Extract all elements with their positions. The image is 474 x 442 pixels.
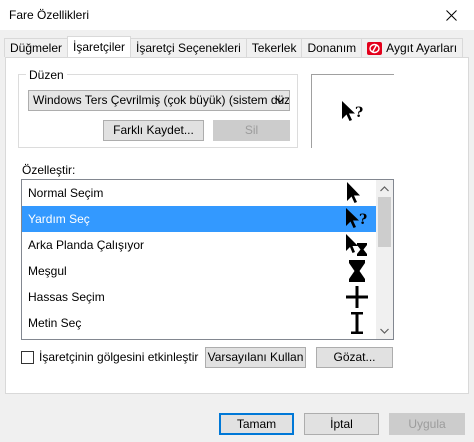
list-item-label: Yardım Seç [28, 212, 90, 226]
tab-device-settings[interactable]: Aygıt Ayarları [361, 38, 464, 57]
tab-label: Donanım [307, 40, 357, 55]
tab-hardware[interactable]: Donanım [301, 38, 363, 57]
chevron-up-icon [380, 185, 389, 191]
tab-label: Düğmeler [10, 40, 63, 55]
tab-wheel[interactable]: Tekerlek [245, 38, 303, 57]
busy-hourglass-cursor-icon [349, 260, 365, 282]
list-item[interactable]: Hassas Seçim [22, 284, 377, 310]
list-item[interactable]: Normal Seçim [22, 180, 377, 206]
precision-crosshair-cursor-icon [346, 286, 368, 308]
tab-label: İşaretçiler [73, 39, 126, 54]
tab-pointers[interactable]: İşaretçiler [67, 36, 132, 57]
list-item[interactable]: Yardım Seç ? [22, 206, 377, 232]
help-select-cursor-icon: ? [342, 101, 363, 121]
vertical-scrollbar[interactable] [376, 180, 393, 339]
tab-label: Aygıt Ayarları [386, 40, 458, 55]
tab-label: Tekerlek [251, 40, 297, 55]
svg-text:?: ? [359, 212, 367, 228]
list-item-label: Meşgul [28, 264, 67, 278]
scroll-down-button[interactable] [376, 322, 393, 339]
chevron-down-icon [275, 97, 285, 103]
text-ibeam-cursor-icon [351, 312, 363, 334]
close-button[interactable] [428, 0, 474, 30]
tab-buttons[interactable]: Düğmeler [4, 38, 69, 57]
scheme-dropdown-value: Windows Ters Çevrilmiş (çok büyük) (sist… [33, 93, 290, 107]
tab-pointer-options[interactable]: İşaretçi Seçenekleri [130, 38, 247, 57]
title-bar: Fare Özellikleri [0, 0, 474, 30]
cursor-preview: ? [311, 74, 394, 148]
list-item[interactable]: Meşgul [22, 258, 377, 284]
browse-button[interactable]: Gözat... [316, 347, 393, 368]
arrow-cursor-icon [347, 182, 360, 203]
svg-text:?: ? [355, 105, 363, 121]
hardware-logo-icon [367, 41, 383, 55]
use-default-button[interactable]: Varsayılanı Kullan [205, 347, 306, 368]
delete-scheme-button[interactable]: Sil [213, 120, 290, 141]
enable-shadow-checkbox[interactable]: İşaretçinin gölgesini etkinleştir [21, 350, 198, 364]
chevron-down-icon [380, 328, 389, 334]
save-as-button[interactable]: Farklı Kaydet... [103, 120, 204, 141]
list-item-label: Hassas Seçim [28, 290, 105, 304]
scroll-up-button[interactable] [376, 180, 393, 197]
cancel-button[interactable]: İptal [304, 413, 379, 435]
list-item[interactable]: Arka Planda Çalışıyor [22, 232, 377, 258]
list-item-label: Arka Planda Çalışıyor [28, 238, 145, 252]
list-item-label: Metin Seç [28, 316, 82, 330]
list-item-label: Normal Seçim [28, 186, 104, 200]
ok-button[interactable]: Tamam [219, 413, 294, 435]
help-select-cursor-icon: ? [346, 208, 367, 228]
scheme-group-label: Düzen [26, 68, 67, 82]
cursor-list[interactable]: Normal Seçim Yardım Seç ? Arka Planda Ça… [21, 179, 394, 340]
tab-strip: Düğmeler İşaretçiler İşaretçi Seçenekler… [4, 36, 464, 57]
checkbox-box[interactable] [21, 350, 34, 364]
apply-button[interactable]: Uygula [389, 413, 465, 435]
close-icon [445, 9, 457, 21]
scrollbar-thumb[interactable] [378, 197, 391, 247]
working-in-background-cursor-icon [346, 234, 367, 256]
tab-label: İşaretçi Seçenekleri [136, 40, 241, 55]
customize-label: Özelleştir: [22, 163, 76, 177]
list-item[interactable]: Metin Seç [22, 310, 377, 336]
enable-shadow-label: İşaretçinin gölgesini etkinleştir [39, 350, 199, 364]
scheme-dropdown[interactable]: Windows Ters Çevrilmiş (çok büyük) (sist… [28, 90, 290, 111]
window-title: Fare Özellikleri [9, 8, 90, 22]
